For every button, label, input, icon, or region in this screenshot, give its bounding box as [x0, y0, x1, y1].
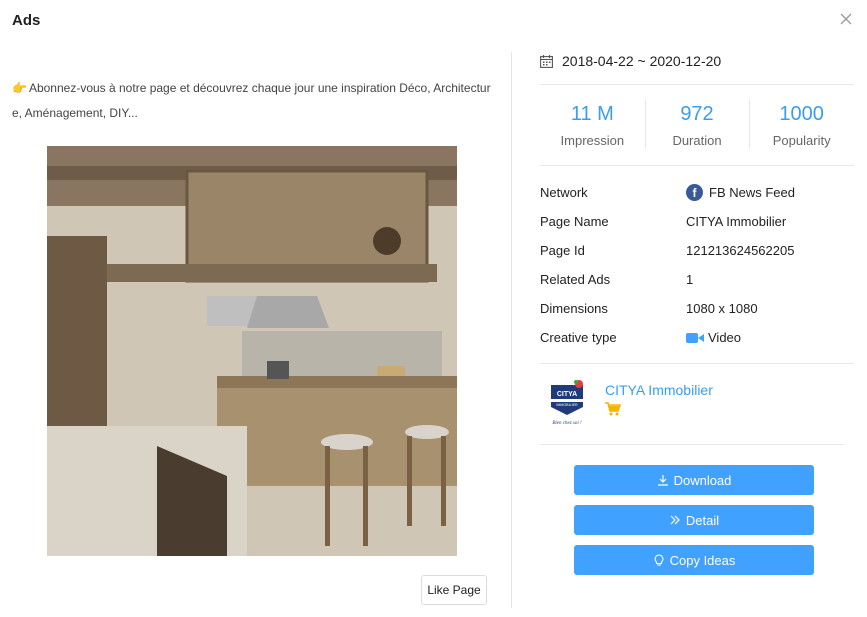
svg-text:CITYA: CITYA [557, 391, 577, 398]
divider [540, 444, 844, 445]
stat-value: 972 [680, 103, 714, 125]
double-chevron-right-icon [670, 515, 680, 525]
detail-value: 1 [686, 272, 694, 287]
shopping-cart-icon [605, 402, 621, 416]
stat-value: 11 M [570, 103, 614, 125]
detail-value: CITYA Immobilier [686, 214, 787, 229]
like-page-button[interactable]: Like Page [421, 575, 487, 605]
stat-label: Impression [560, 133, 625, 148]
creative-type-value: Video [708, 330, 742, 345]
download-label: Download [673, 472, 732, 488]
copy-ideas-label: Copy Ideas [669, 552, 736, 568]
detail-key: Page Id [540, 243, 585, 258]
facebook-icon: f [686, 184, 703, 201]
network-value: FB News Feed [709, 185, 795, 200]
detail-value: f FB News Feed [686, 184, 795, 201]
stat-label: Popularity [772, 133, 831, 148]
page-card: CITYA IMMOBILIER Bien chez soi ! CITYA I… [540, 375, 844, 444]
detail-key: Creative type [540, 330, 617, 345]
download-button[interactable]: Download [574, 465, 814, 495]
detail-value: 1080 x 1080 [686, 301, 758, 316]
detail-label: Detail [685, 512, 720, 528]
calendar-icon [540, 54, 553, 68]
page-logo[interactable]: CITYA IMMOBILIER Bien chez soi ! [547, 379, 587, 429]
stat-duration: 972 Duration [644, 85, 750, 165]
ad-details-panel: 2018-04-22 ~ 2020-12-20 11 M Impression … [540, 0, 854, 617]
video-camera-icon [686, 332, 704, 343]
stat-label: Duration [672, 133, 722, 148]
detail-row-creative-type: Creative type Video [540, 323, 854, 352]
detail-button[interactable]: Detail [574, 505, 814, 535]
page-name-link[interactable]: CITYA Immobilier [605, 382, 713, 398]
detail-row-network: Network f FB News Feed [540, 178, 854, 207]
ad-preview-panel: 👉 Abonnez-vous à notre page et découvrez … [0, 0, 511, 617]
detail-key: Dimensions [540, 301, 608, 316]
pointing-hand-icon: 👉 [12, 81, 27, 95]
divider [540, 363, 854, 364]
download-icon [657, 475, 668, 486]
stat-value: 1000 [779, 103, 824, 125]
detail-value: 121213624562205 [686, 243, 795, 258]
stat-impression: 11 M Impression [540, 85, 645, 165]
stats-bar: 11 M Impression 972 Duration 1000 Popula… [540, 84, 854, 166]
detail-key: Page Name [540, 214, 609, 229]
detail-row-page-name: Page Name CITYA Immobilier [540, 207, 854, 236]
ad-text: 👉 Abonnez-vous à notre page et découvrez … [12, 76, 494, 126]
lightbulb-icon [654, 554, 664, 566]
ad-text-content: Abonnez-vous à notre page et découvrez c… [12, 81, 491, 120]
svg-text:IMMOBILIER: IMMOBILIER [556, 403, 578, 407]
svg-text:Bien chez soi !: Bien chez soi ! [552, 421, 582, 426]
detail-key: Related Ads [540, 272, 611, 287]
panel-divider [511, 52, 512, 608]
date-range: 2018-04-22 ~ 2020-12-20 [540, 53, 721, 69]
detail-row-dimensions: Dimensions 1080 x 1080 [540, 294, 854, 323]
stat-popularity: 1000 Popularity [749, 85, 854, 165]
date-range-text: 2018-04-22 ~ 2020-12-20 [562, 53, 722, 69]
details-list: Network f FB News Feed Page Name CITYA Im… [540, 178, 854, 352]
detail-row-page-id: Page Id 121213624562205 [540, 236, 854, 265]
detail-value: Video [686, 330, 741, 345]
detail-row-related-ads: Related Ads 1 [540, 265, 854, 294]
copy-ideas-button[interactable]: Copy Ideas [574, 545, 814, 575]
detail-key: Network [540, 185, 588, 200]
ad-creative-image[interactable] [47, 146, 457, 556]
